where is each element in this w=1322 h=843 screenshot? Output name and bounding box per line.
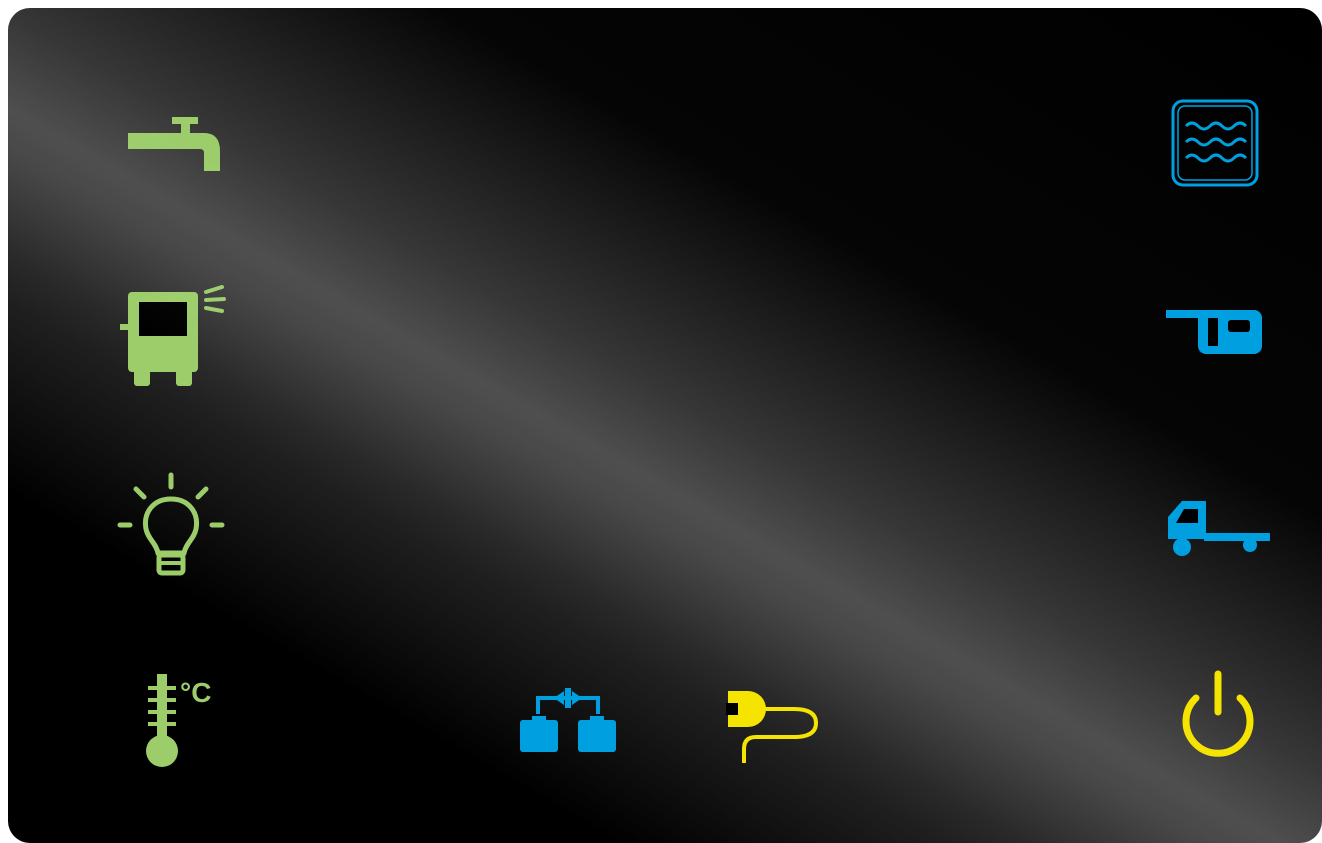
shore-power-button[interactable] — [726, 683, 836, 773]
tap-button[interactable] — [124, 113, 234, 183]
battery-link-button[interactable] — [518, 678, 618, 758]
tow-vehicle-button[interactable] — [1164, 495, 1274, 565]
light-button[interactable] — [116, 472, 226, 583]
plug-icon — [726, 691, 819, 763]
battery-link-icon — [520, 688, 616, 752]
water-tank-icon — [1171, 99, 1259, 187]
control-panel: °C — [8, 8, 1322, 843]
temperature-unit-label: °C — [180, 677, 211, 708]
caravan-button[interactable] — [1166, 304, 1266, 364]
power-icon — [1182, 670, 1254, 757]
light-bulb-icon — [117, 472, 225, 576]
power-button[interactable] — [1168, 668, 1268, 768]
temperature-button[interactable]: °C — [144, 668, 234, 773]
water-tank-button[interactable] — [1170, 98, 1260, 188]
thermometer-icon: °C — [146, 674, 211, 767]
water-tap-icon — [128, 117, 220, 171]
motorhome-lights-button[interactable] — [112, 278, 232, 388]
truck-icon — [1168, 501, 1270, 556]
caravan-icon — [1166, 310, 1262, 354]
motorhome-front-icon — [120, 285, 226, 386]
